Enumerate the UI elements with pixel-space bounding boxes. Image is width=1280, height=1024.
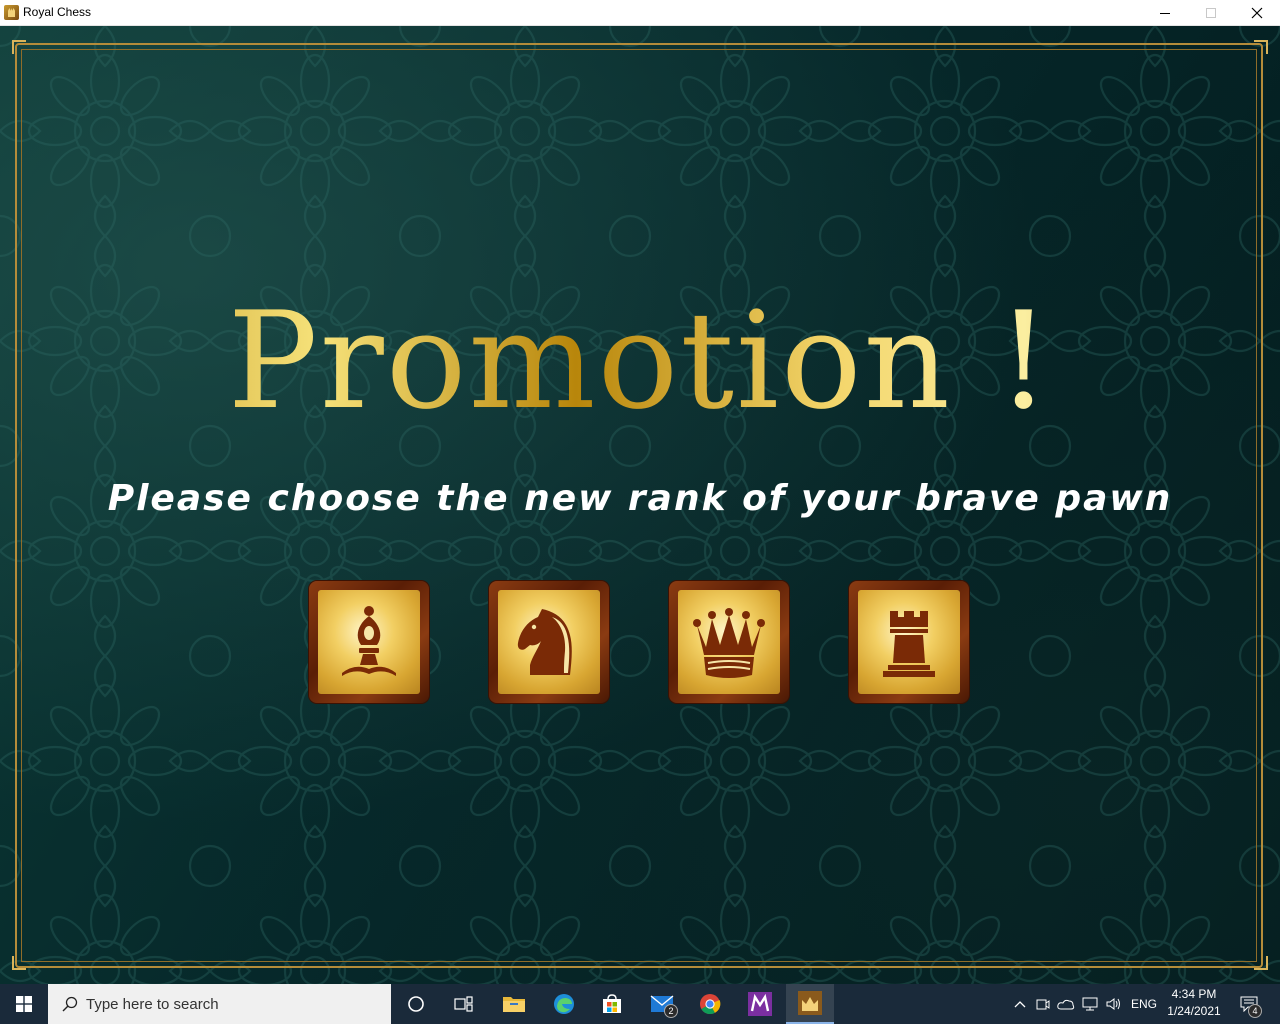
action-center-button[interactable]: 4 bbox=[1234, 984, 1264, 1024]
clock-date: 1/24/2021 bbox=[1167, 1004, 1221, 1018]
camera-icon bbox=[1036, 999, 1050, 1010]
chrome-icon bbox=[700, 994, 721, 1015]
frame-corner bbox=[1254, 956, 1268, 970]
microsoft-store-button[interactable] bbox=[588, 984, 636, 1024]
close-button[interactable] bbox=[1234, 0, 1280, 26]
network-button[interactable] bbox=[1080, 984, 1100, 1024]
file-explorer-button[interactable] bbox=[490, 984, 538, 1024]
input-language-button[interactable]: ENG bbox=[1128, 984, 1160, 1024]
show-hidden-icons-button[interactable] bbox=[1010, 984, 1030, 1024]
title-bar: Royal Chess bbox=[0, 0, 1280, 26]
folder-icon bbox=[503, 997, 525, 1012]
clock-time: 4:34 PM bbox=[1171, 987, 1217, 1001]
windows-taskbar: Type here to search 2 ENG 4:34 PM 1/24/2… bbox=[0, 984, 1280, 1024]
mail-count-badge: 2 bbox=[664, 1004, 678, 1018]
cortana-button[interactable] bbox=[392, 984, 440, 1024]
chevron-up-icon bbox=[1014, 1001, 1026, 1008]
minimize-button[interactable] bbox=[1142, 0, 1188, 26]
search-icon bbox=[62, 996, 78, 1012]
cloud-icon bbox=[1057, 999, 1075, 1010]
notification-count-badge: 4 bbox=[1248, 1004, 1262, 1018]
mcafee-app-button[interactable] bbox=[736, 984, 784, 1024]
promotion-screen: Promotion ! Please choose the new rank o… bbox=[0, 26, 1280, 984]
promote-knight-button[interactable] bbox=[489, 581, 609, 703]
frame-corner bbox=[12, 956, 26, 970]
app-crown-icon bbox=[4, 5, 19, 20]
frame-corner bbox=[12, 40, 26, 54]
taskbar-search-box[interactable]: Type here to search bbox=[48, 984, 391, 1024]
volume-button[interactable] bbox=[1104, 984, 1124, 1024]
knight-icon bbox=[517, 609, 572, 675]
promotion-title: Promotion ! bbox=[0, 294, 1280, 428]
queen-icon bbox=[693, 608, 765, 678]
start-button[interactable] bbox=[0, 984, 48, 1024]
cortana-circle-icon bbox=[408, 996, 424, 1012]
royal-chess-icon bbox=[798, 991, 822, 1015]
promote-queen-button[interactable] bbox=[669, 581, 789, 703]
maximize-icon bbox=[1206, 8, 1216, 18]
window-title: Royal Chess bbox=[23, 5, 92, 19]
maximize-button[interactable] bbox=[1188, 0, 1234, 26]
task-view-button[interactable] bbox=[440, 984, 488, 1024]
windows-logo-icon bbox=[16, 996, 32, 1012]
royal-chess-taskbar-button[interactable] bbox=[786, 984, 834, 1024]
network-icon bbox=[1082, 997, 1098, 1011]
m-app-icon bbox=[748, 992, 772, 1016]
chrome-button[interactable] bbox=[686, 984, 734, 1024]
promotion-choices bbox=[309, 581, 971, 703]
edge-icon bbox=[554, 994, 574, 1014]
task-view-icon bbox=[454, 996, 473, 1012]
rook-icon bbox=[883, 611, 935, 677]
store-bag-icon bbox=[603, 994, 621, 1013]
close-icon bbox=[1251, 7, 1263, 19]
speaker-icon bbox=[1106, 998, 1120, 1010]
promote-rook-button[interactable] bbox=[849, 581, 969, 703]
edge-browser-button[interactable] bbox=[540, 984, 588, 1024]
promotion-subtitle: Please choose the new rank of your brave… bbox=[107, 478, 1173, 519]
search-placeholder: Type here to search bbox=[86, 995, 219, 1013]
mail-button[interactable]: 2 bbox=[638, 984, 686, 1024]
taskbar-clock[interactable]: 4:34 PM 1/24/2021 bbox=[1158, 986, 1230, 1020]
minimize-icon bbox=[1160, 12, 1170, 14]
bishop-icon bbox=[342, 606, 396, 676]
meet-now-button[interactable] bbox=[1033, 984, 1053, 1024]
onedrive-button[interactable] bbox=[1056, 984, 1076, 1024]
frame-corner bbox=[1254, 40, 1268, 54]
promote-bishop-button[interactable] bbox=[309, 581, 429, 703]
